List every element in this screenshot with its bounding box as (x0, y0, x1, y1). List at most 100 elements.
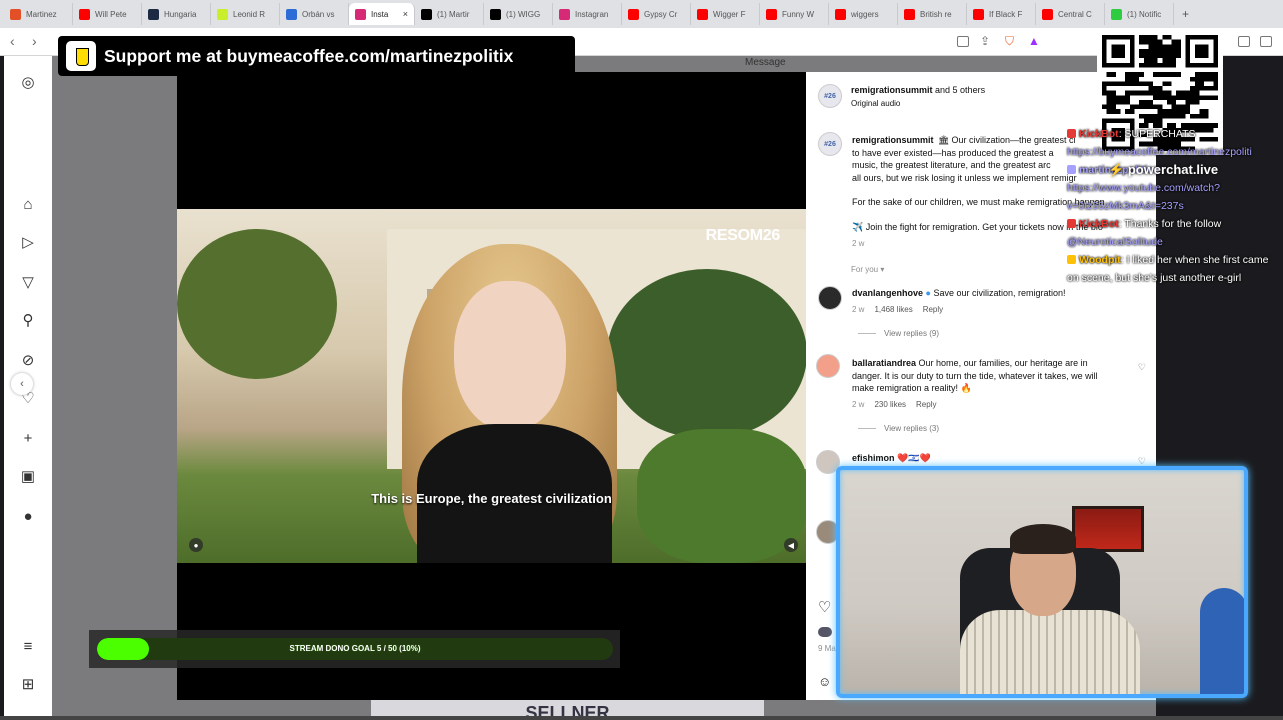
reels-icon[interactable]: ▷ (18, 232, 38, 252)
chat-text: : SUPERCHATS (1118, 128, 1196, 140)
tab-label: (1) WIGG (506, 9, 541, 19)
browser-tab[interactable]: (1) Notific (1105, 3, 1174, 25)
chat-link: https://buymeacoffee.com/martinezpoliti (1067, 146, 1252, 158)
browser-tab-strip: Martinez Will Pete Hungaria Leonid R Orbán v… (0, 0, 1283, 28)
browser-tab[interactable]: Central C (1036, 3, 1105, 25)
more-menu-icon[interactable]: ≡ (18, 636, 38, 656)
explore-icon[interactable]: ⊘ (18, 350, 38, 370)
browser-tab[interactable]: Funny W (760, 3, 829, 25)
wall-art (1072, 506, 1144, 552)
browser-tab[interactable]: Will Pete (73, 3, 142, 25)
create-icon[interactable]: + (18, 428, 38, 448)
home-icon[interactable]: ⌂ (18, 194, 38, 214)
tab-favicon-icon (355, 8, 366, 20)
share-icon[interactable]: ⇪ (980, 34, 990, 48)
tab-favicon-icon (79, 8, 90, 20)
search-icon[interactable]: ⚲ (18, 310, 38, 330)
tab-label: If Black F (989, 9, 1023, 19)
browser-tab[interactable]: Martinez (4, 3, 73, 25)
browser-tab[interactable]: Hungaria (142, 3, 211, 25)
liked-by-avatars[interactable] (818, 627, 832, 637)
sidebar-toggle-icon[interactable] (1238, 36, 1250, 47)
post-date: 9 Ma (818, 644, 836, 653)
browser-tab[interactable]: If Black F (967, 3, 1036, 25)
emoji-picker-icon[interactable]: ☺ (818, 674, 831, 689)
tagged-user-icon[interactable]: ● (189, 538, 203, 552)
profile-avatar-icon[interactable]: ● (18, 506, 38, 526)
new-tab-button[interactable]: + (1182, 7, 1189, 21)
tab-favicon-icon (421, 8, 432, 20)
browser-tab[interactable]: (1) Martir (415, 3, 484, 25)
brand-logo: RESOM26 (705, 227, 781, 244)
audio-label[interactable]: Original audio (851, 99, 900, 108)
browser-tab[interactable]: Insta × (349, 3, 415, 25)
browser-tab[interactable]: Wigger F (691, 3, 760, 25)
forward-icon[interactable]: › (32, 33, 37, 49)
audio-toggle-icon[interactable]: ◀ (784, 538, 798, 552)
browser-tab[interactable]: Gypsy Cr (622, 3, 691, 25)
comment: ballaratiandrea Our home, our families, … (852, 358, 1098, 393)
coffee-cup-icon (66, 41, 96, 71)
tab-favicon-icon (904, 8, 915, 20)
chat-message: KickBot: Thanks for the follow (1067, 215, 1283, 233)
comment-like-icon[interactable]: ♡ (1138, 362, 1146, 373)
tab-label: (1) Martir (437, 9, 470, 19)
chat-badge-icon (1067, 219, 1076, 228)
comment-meta: 2 w 1,468 likes Reply (852, 305, 944, 314)
chat-username: Woodpit (1079, 254, 1121, 266)
cast-icon[interactable] (957, 36, 969, 47)
reel-video-player[interactable]: RESOM26 This is Europe, the greatest civ… (177, 72, 806, 700)
brave-rewards-icon[interactable]: ▲ (1028, 34, 1040, 48)
browser-tab[interactable]: wiggers (829, 3, 898, 25)
post-author-username[interactable]: remigrationsummit (851, 85, 933, 95)
commenter-avatar[interactable] (818, 286, 842, 310)
also-from-meta-icon[interactable]: ⊞ (18, 674, 38, 694)
chat-link: https://www.youtube.com/watch?v=0tz55zMk… (1067, 182, 1220, 212)
view-replies-link[interactable]: View replies (9) (858, 329, 939, 338)
instagram-logo-icon[interactable]: ◎ (18, 72, 38, 92)
message-label[interactable]: Message (745, 57, 786, 68)
tab-label: British re (920, 9, 952, 19)
tab-label: Gypsy Cr (644, 9, 678, 19)
tab-label: (1) Notific (1127, 9, 1162, 19)
browser-tab[interactable]: Leonid R (211, 3, 280, 25)
browser-tab[interactable]: Instagran (553, 3, 622, 25)
caption-time: 2 w (852, 239, 865, 248)
tab-favicon-icon (10, 8, 21, 20)
tab-favicon-icon (148, 8, 159, 20)
powerchat-logo: ⚡ powerchat.live (1108, 162, 1219, 177)
post-author-avatar[interactable]: #26 (818, 84, 842, 108)
browser-tab[interactable]: British re (898, 3, 967, 25)
commenter-avatar[interactable] (816, 354, 840, 378)
chat-badge-icon (1067, 255, 1076, 264)
chat-message: @NeuroticalSolitude (1067, 233, 1283, 251)
webcam-overlay (836, 466, 1248, 698)
tab-favicon-icon (1111, 8, 1122, 20)
direct-messages-icon[interactable]: ▽ (18, 272, 38, 292)
carousel-prev-button[interactable]: ‹ (11, 373, 33, 395)
dashboard-icon[interactable]: ▣ (18, 466, 38, 486)
wallet-icon[interactable] (1260, 36, 1272, 47)
browser-tab[interactable]: Orbán vs (280, 3, 349, 25)
for-you-filter[interactable]: For you ▾ (851, 264, 884, 277)
view-replies-link[interactable]: View replies (3) (858, 424, 939, 433)
close-tab-icon[interactable]: × (403, 9, 408, 19)
tab-favicon-icon (766, 8, 777, 20)
tab-label: wiggers (851, 9, 879, 19)
tab-label: Insta (371, 9, 389, 19)
chat-username: KickBot (1079, 128, 1119, 140)
chat-message: Woodpit: I liked her when she first came… (1067, 251, 1283, 287)
post-collaborators[interactable]: and 5 others (935, 85, 985, 95)
comment: efishimon ❤️🇮🇱❤️ (852, 453, 931, 463)
browser-tab[interactable]: (1) WIGG (484, 3, 553, 25)
like-post-icon[interactable]: ♡ (818, 598, 831, 616)
back-icon[interactable]: ‹ (10, 33, 15, 49)
caption-username[interactable]: remigrationsummit (852, 135, 934, 145)
caption-author-avatar[interactable]: #26 (818, 132, 842, 156)
chat-text: : Thanks for the follow (1118, 218, 1222, 230)
brave-shield-icon[interactable]: ⛉ (1005, 34, 1014, 49)
microphone (1200, 588, 1244, 694)
donation-banner: Support me at buymeacoffee.com/martinezp… (58, 36, 575, 76)
video-subtitle: This is Europe, the greatest civilizatio… (371, 491, 612, 506)
video-frame: RESOM26 This is Europe, the greatest civ… (177, 209, 806, 563)
